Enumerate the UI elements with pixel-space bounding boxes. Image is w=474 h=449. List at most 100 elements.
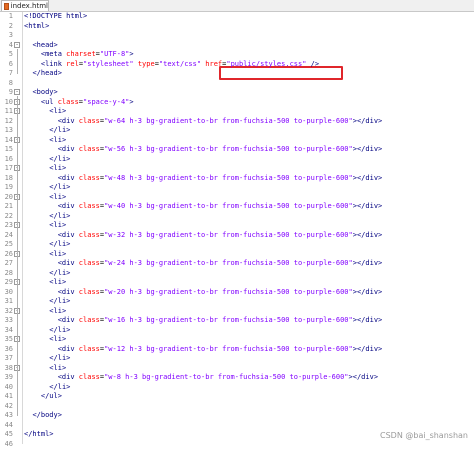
token-tag: <link: [41, 60, 66, 68]
code-line[interactable]: 34 </li>: [0, 326, 474, 336]
fold-toggle-icon[interactable]: -: [14, 89, 20, 95]
line-number: 45: [0, 430, 13, 440]
token-tag: <div: [58, 174, 79, 182]
token-tag: </li>: [49, 383, 70, 391]
fold-guide-line: [17, 372, 18, 388]
code-line[interactable]: 14- <li>: [0, 136, 474, 146]
code-line[interactable]: 18 <div class="w-48 h-3 bg-gradient-to-b…: [0, 174, 474, 184]
token-attr: class: [79, 288, 100, 296]
code-text: <div class="w-16 h-3 bg-gradient-to-br f…: [24, 316, 382, 326]
line-number: 23: [0, 221, 13, 231]
token-doc: <!DOCTYPE html>: [24, 12, 87, 20]
watermark: CSDN @bai_shanshan: [380, 431, 468, 440]
code-line[interactable]: 9- <body>: [0, 88, 474, 98]
code-line[interactable]: 43 </body>: [0, 411, 474, 421]
code-line[interactable]: 5 <meta charset="UTF-8">: [0, 50, 474, 60]
code-line[interactable]: 42: [0, 402, 474, 412]
line-number: 31: [0, 297, 13, 307]
code-text: <div class="w-12 h-3 bg-gradient-to-br f…: [24, 345, 382, 355]
token-tag: </html>: [24, 430, 54, 438]
code-line[interactable]: 25 </li>: [0, 240, 474, 250]
code-text: <li>: [24, 136, 66, 146]
code-text: <li>: [24, 164, 66, 174]
code-line[interactable]: 6 <link rel="stylesheet" type="text/css"…: [0, 60, 474, 70]
line-number: 32: [0, 307, 13, 317]
code-line[interactable]: 38- <li>: [0, 364, 474, 374]
code-line[interactable]: 10- <ul class="space-y-4">: [0, 98, 474, 108]
line-number: 13: [0, 126, 13, 136]
code-line[interactable]: 46: [0, 440, 474, 449]
code-line[interactable]: 26- <li>: [0, 250, 474, 260]
token-tag: <div: [58, 231, 79, 239]
code-line[interactable]: 41 </ul>: [0, 392, 474, 402]
code-editor[interactable]: 1<!DOCTYPE html>2<html>34- <head>5 <meta…: [0, 12, 474, 444]
code-text: </html>: [24, 430, 54, 440]
code-line[interactable]: 33 <div class="w-16 h-3 bg-gradient-to-b…: [0, 316, 474, 326]
code-line[interactable]: 36 <div class="w-12 h-3 bg-gradient-to-b…: [0, 345, 474, 355]
code-line[interactable]: 32- <li>: [0, 307, 474, 317]
token-attr: class: [79, 345, 100, 353]
code-text: <div class="w-20 h-3 bg-gradient-to-br f…: [24, 288, 382, 298]
line-number: 2: [0, 22, 13, 32]
tab-index-html[interactable]: index.html: [1, 0, 49, 11]
token-val: "w-20 h-3 bg-gradient-to-br from-fuchsia…: [104, 288, 353, 296]
line-number: 44: [0, 421, 13, 431]
token-tag: ></div>: [353, 202, 383, 210]
code-line[interactable]: 16 </li>: [0, 155, 474, 165]
token-tag: </li>: [49, 326, 70, 334]
code-text: <li>: [24, 221, 66, 231]
code-line[interactable]: 22 </li>: [0, 212, 474, 222]
code-line[interactable]: 13 </li>: [0, 126, 474, 136]
token-tag: </li>: [49, 155, 70, 163]
code-line[interactable]: 7 </head>: [0, 69, 474, 79]
code-line[interactable]: 29- <li>: [0, 278, 474, 288]
code-line[interactable]: 21 <div class="w-40 h-3 bg-gradient-to-b…: [0, 202, 474, 212]
code-line[interactable]: 12 <div class="w-64 h-3 bg-gradient-to-b…: [0, 117, 474, 127]
tab-label: index.html: [11, 2, 48, 11]
code-line[interactable]: 39 <div class="w-8 h-3 bg-gradient-to-br…: [0, 373, 474, 383]
fold-toggle-icon[interactable]: -: [14, 42, 20, 48]
fold-guide-line: [17, 315, 18, 331]
token-tag: ></div>: [349, 373, 379, 381]
code-line[interactable]: 44: [0, 421, 474, 431]
code-line[interactable]: 19 </li>: [0, 183, 474, 193]
line-number: 36: [0, 345, 13, 355]
code-line[interactable]: 1<!DOCTYPE html>: [0, 12, 474, 22]
token-val: "UTF-8": [100, 50, 130, 58]
code-line[interactable]: 2<html>: [0, 22, 474, 32]
line-number: 17: [0, 164, 13, 174]
code-line[interactable]: 20- <li>: [0, 193, 474, 203]
code-line[interactable]: 40 </li>: [0, 383, 474, 393]
fold-guide-line: [17, 144, 18, 160]
line-number: 25: [0, 240, 13, 250]
token-tag: ></div>: [353, 145, 383, 153]
token-val: "w-32 h-3 bg-gradient-to-br from-fuchsia…: [104, 231, 353, 239]
line-number: 19: [0, 183, 13, 193]
token-attr: class: [79, 117, 100, 125]
token-attr: class: [79, 373, 100, 381]
code-line[interactable]: 8: [0, 79, 474, 89]
line-number: 41: [0, 392, 13, 402]
code-line[interactable]: 35- <li>: [0, 335, 474, 345]
code-line[interactable]: 3: [0, 31, 474, 41]
code-text: <div class="w-56 h-3 bg-gradient-to-br f…: [24, 145, 382, 155]
code-line[interactable]: 15 <div class="w-56 h-3 bg-gradient-to-b…: [0, 145, 474, 155]
code-text: <li>: [24, 335, 66, 345]
token-attr: class: [79, 145, 100, 153]
code-line[interactable]: 17- <li>: [0, 164, 474, 174]
code-line[interactable]: 31 </li>: [0, 297, 474, 307]
token-tag: <li>: [49, 136, 66, 144]
token-tag: ></div>: [353, 316, 383, 324]
code-line[interactable]: 4- <head>: [0, 41, 474, 51]
code-line[interactable]: 24 <div class="w-32 h-3 bg-gradient-to-b…: [0, 231, 474, 241]
code-line[interactable]: 28 </li>: [0, 269, 474, 279]
code-line[interactable]: 23- <li>: [0, 221, 474, 231]
line-number: 16: [0, 155, 13, 165]
code-line[interactable]: 11- <li>: [0, 107, 474, 117]
code-line[interactable]: 30 <div class="w-20 h-3 bg-gradient-to-b…: [0, 288, 474, 298]
line-number: 27: [0, 259, 13, 269]
token-val: "stylesheet": [83, 60, 134, 68]
code-line[interactable]: 27 <div class="w-24 h-3 bg-gradient-to-b…: [0, 259, 474, 269]
code-line[interactable]: 37 </li>: [0, 354, 474, 364]
code-text: <li>: [24, 193, 66, 203]
